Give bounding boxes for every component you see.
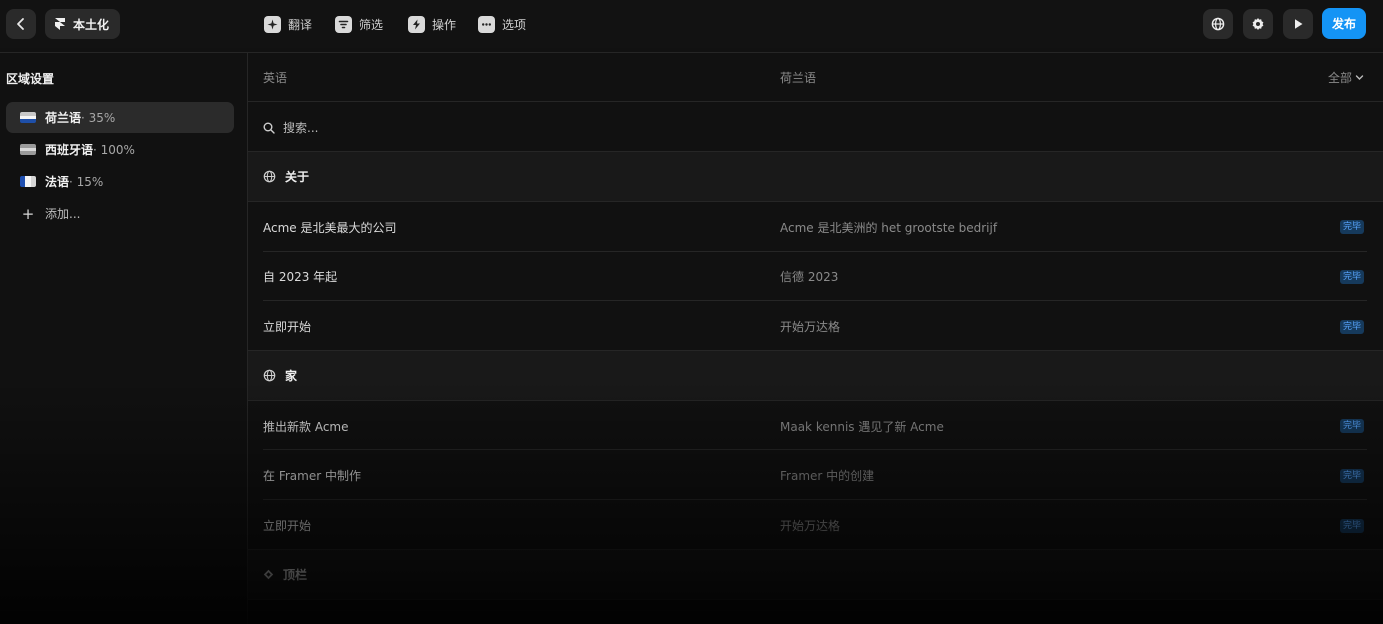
status-filter-value: 全部: [1328, 71, 1353, 85]
target-text[interactable]: Maak kennis 遇见了新 Acme: [780, 418, 944, 435]
source-text[interactable]: 立即开始: [263, 318, 311, 335]
locale-sidebar: 区域设置 荷兰语· 35% 西班牙语· 100% 法语· 15% + 添加...: [0, 52, 247, 624]
framer-logo-icon: [55, 18, 65, 30]
divider: [248, 599, 1383, 600]
target-text[interactable]: Acme 是北美洲的 het grootste bedrijf: [780, 219, 997, 236]
sidebar-item-percent: · 15%: [69, 175, 104, 189]
divider: [263, 499, 1367, 500]
component-icon: [263, 569, 274, 580]
french-flag-icon: [20, 176, 36, 187]
divider: [263, 251, 1367, 252]
spanish-flag-icon: [20, 144, 36, 155]
group-header-about[interactable]: [248, 152, 1383, 202]
chevron-down-icon: [1355, 75, 1364, 80]
translate-tool[interactable]: 翻译: [264, 14, 312, 34]
status-filter-dropdown[interactable]: 全部: [1328, 69, 1364, 86]
status-badge: 完毕: [1340, 270, 1365, 284]
target-text[interactable]: 开始万达格: [780, 318, 840, 335]
chevron-left-icon: [17, 18, 24, 30]
column-header-target: 荷兰语: [780, 71, 817, 85]
status-badge: 完毕: [1340, 220, 1365, 234]
globe-icon: [263, 369, 276, 382]
options-label: 选项: [502, 17, 527, 32]
status-badge: 完毕: [1340, 469, 1365, 483]
settings-button[interactable]: [1243, 9, 1273, 39]
sidebar-item-label: 荷兰语: [45, 111, 82, 125]
page-title: 本土化: [73, 17, 110, 32]
gear-icon: [1252, 18, 1264, 30]
target-text[interactable]: 信德 2023: [780, 268, 838, 285]
sidebar-divider: [247, 52, 248, 624]
publish-button[interactable]: 发布: [1322, 8, 1366, 39]
source-text[interactable]: Acme 是北美最大的公司: [263, 219, 396, 236]
group-label: 家: [263, 367, 297, 384]
sidebar-item-label: 西班牙语: [45, 143, 94, 157]
search-input[interactable]: 搜索...: [263, 119, 318, 136]
actions-tool[interactable]: 操作: [408, 14, 456, 34]
search-icon: [263, 122, 275, 134]
sidebar-title: 区域设置: [6, 72, 55, 86]
divider: [263, 300, 1367, 301]
dutch-flag-icon: [20, 112, 36, 123]
sparkle-icon: [264, 15, 281, 33]
back-button[interactable]: [6, 9, 36, 39]
more-dots-icon: [478, 15, 495, 33]
globe-icon: [1211, 17, 1225, 31]
group-label: 顶栏: [263, 566, 307, 583]
target-text[interactable]: Framer 中的创建: [780, 467, 874, 484]
filter-tool[interactable]: 筛选: [335, 14, 383, 34]
actions-label: 操作: [432, 17, 457, 32]
target-text[interactable]: 开始万达格: [780, 517, 840, 534]
sidebar-item-label: 法语: [45, 175, 70, 189]
group-title: 家: [285, 369, 298, 383]
add-locale-label: 添加...: [45, 207, 81, 221]
sidebar-item-percent: · 100%: [93, 143, 135, 157]
status-badge: 完毕: [1340, 519, 1365, 533]
source-text[interactable]: 推出新款 Acme: [263, 418, 348, 435]
source-text[interactable]: 在 Framer 中制作: [263, 467, 361, 484]
group-label: 关于: [263, 168, 309, 185]
group-header-topbar[interactable]: [248, 550, 1383, 600]
lightning-icon: [408, 15, 425, 33]
group-title: 关于: [285, 170, 310, 184]
divider: [248, 201, 1383, 202]
divider: [248, 101, 1383, 102]
filter-label: 筛选: [359, 17, 384, 32]
sidebar-item-percent: · 35%: [81, 111, 116, 125]
divider: [248, 400, 1383, 401]
search-placeholder: 搜索...: [283, 121, 319, 135]
play-icon: [1295, 19, 1303, 29]
localization-title-pill[interactable]: 本土化: [45, 9, 121, 39]
status-badge: 完毕: [1340, 320, 1365, 334]
sidebar-item-french[interactable]: 法语· 15%: [6, 166, 234, 197]
globe-button[interactable]: [1203, 9, 1233, 39]
toolbar-divider: [0, 52, 1383, 53]
source-text[interactable]: 立即开始: [263, 517, 311, 534]
status-badge: 完毕: [1340, 419, 1365, 433]
sidebar-item-spanish[interactable]: 西班牙语· 100%: [6, 134, 234, 165]
add-locale-button[interactable]: + 添加...: [6, 198, 234, 229]
filter-icon: [335, 15, 352, 33]
sidebar-item-dutch[interactable]: 荷兰语· 35%: [6, 102, 234, 133]
divider: [263, 449, 1367, 450]
translate-label: 翻译: [288, 17, 313, 32]
top-toolbar: 本土化 翻译 筛选 操作 选项 发布: [0, 0, 1383, 48]
source-text[interactable]: 自 2023 年起: [263, 268, 337, 285]
globe-icon: [263, 170, 276, 183]
preview-button[interactable]: [1283, 9, 1313, 39]
options-tool[interactable]: 选项: [478, 14, 526, 34]
group-title: 顶栏: [283, 568, 308, 582]
group-header-home[interactable]: [248, 351, 1383, 401]
plus-icon: +: [21, 204, 35, 223]
column-header-source: 英语: [263, 71, 288, 85]
